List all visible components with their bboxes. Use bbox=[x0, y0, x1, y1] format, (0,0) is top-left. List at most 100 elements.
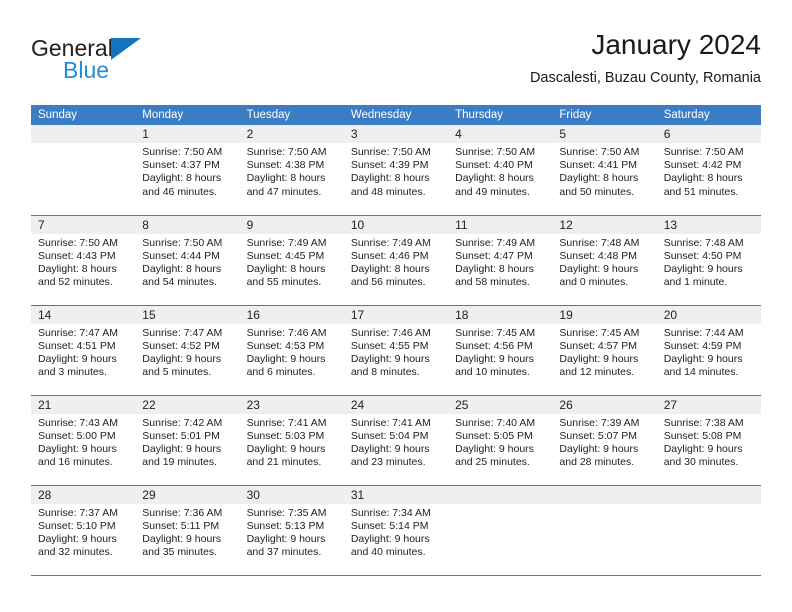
calendar-day-cell[interactable]: 13 Sunrise: 7:48 AM Sunset: 4:50 PM Dayligh… bbox=[656, 215, 761, 306]
day-detail-line: Sunset: 4:41 PM bbox=[559, 159, 638, 172]
calendar-day-cell[interactable]: 20 Sunrise: 7:44 AM Sunset: 4:59 PM Dayligh… bbox=[656, 305, 761, 396]
day-details: Sunrise: 7:45 AM Sunset: 4:56 PM Daylight:… bbox=[448, 324, 552, 380]
calendar-day-cell[interactable]: 31 Sunrise: 7:34 AM Sunset: 5:14 PM Dayligh… bbox=[343, 485, 449, 576]
day-details: Sunrise: 7:50 AM Sunset: 4:37 PM Daylight:… bbox=[135, 143, 239, 199]
day-detail-line: Sunset: 4:37 PM bbox=[142, 159, 220, 172]
day-detail-line: Sunrise: 7:50 AM bbox=[663, 146, 744, 158]
day-details bbox=[448, 504, 552, 507]
calendar-day-cell[interactable]: 2 Sunrise: 7:50 AM Sunset: 4:38 PM Daylight… bbox=[239, 125, 344, 216]
day-detail-line: and 52 minutes. bbox=[38, 276, 113, 289]
day-details: Sunrise: 7:40 AM Sunset: 5:05 PM Daylight:… bbox=[448, 414, 552, 470]
day-detail-line: Sunrise: 7:50 AM bbox=[350, 146, 431, 158]
calendar-week-row: 28 Sunrise: 7:37 AM Sunset: 5:10 PM Dayligh… bbox=[31, 485, 761, 576]
calendar-day-cell[interactable]: 30 Sunrise: 7:35 AM Sunset: 5:13 PM Dayligh… bbox=[239, 485, 344, 576]
day-number bbox=[448, 485, 553, 504]
day-detail-line: and 12 minutes. bbox=[559, 366, 635, 379]
day-details: Sunrise: 7:50 AM Sunset: 4:38 PM Daylight:… bbox=[240, 143, 344, 199]
day-number: 27 bbox=[656, 395, 761, 414]
day-detail-line: Sunrise: 7:38 AM bbox=[663, 416, 744, 429]
calendar-day-cell[interactable]: 16 Sunrise: 7:46 AM Sunset: 4:53 PM Dayligh… bbox=[239, 305, 344, 396]
day-detail-line: Sunrise: 7:47 AM bbox=[142, 326, 223, 339]
day-number: 15 bbox=[135, 305, 240, 324]
calendar-day-cell[interactable]: 3 Sunrise: 7:50 AM Sunset: 4:39 PM Daylight… bbox=[343, 125, 449, 216]
calendar-day-cell[interactable]: 23 Sunrise: 7:41 AM Sunset: 5:03 PM Dayligh… bbox=[239, 395, 344, 486]
day-detail-line: and 19 minutes. bbox=[142, 456, 217, 469]
day-detail-line: Sunrise: 7:50 AM bbox=[455, 146, 536, 158]
calendar-day-cell[interactable]: 25 Sunrise: 7:40 AM Sunset: 5:05 PM Dayligh… bbox=[448, 395, 553, 486]
day-details: Sunrise: 7:48 AM Sunset: 4:50 PM Daylight:… bbox=[657, 234, 761, 290]
calendar-day-cell[interactable]: 11 Sunrise: 7:49 AM Sunset: 4:47 PM Dayligh… bbox=[448, 215, 553, 306]
calendar-day-cell[interactable]: 15 Sunrise: 7:47 AM Sunset: 4:52 PM Dayligh… bbox=[135, 305, 240, 396]
calendar-day-cell[interactable]: 22 Sunrise: 7:42 AM Sunset: 5:01 PM Dayligh… bbox=[135, 395, 240, 486]
day-number: 26 bbox=[552, 395, 657, 414]
day-detail-line: Sunrise: 7:36 AM bbox=[142, 506, 223, 519]
day-detail-line: and 32 minutes. bbox=[38, 546, 113, 559]
calendar-day-cell[interactable]: 12 Sunrise: 7:48 AM Sunset: 4:48 PM Dayligh… bbox=[552, 215, 657, 306]
day-detail-line: and 6 minutes. bbox=[246, 366, 316, 379]
calendar-week-row: 21 Sunrise: 7:43 AM Sunset: 5:00 PM Dayligh… bbox=[31, 395, 761, 486]
calendar-day-cell[interactable]: 1 Sunrise: 7:50 AM Sunset: 4:37 PM Daylight… bbox=[135, 125, 240, 216]
day-detail-line: Sunset: 4:45 PM bbox=[246, 249, 325, 262]
day-detail-line: Daylight: 9 hours bbox=[559, 442, 639, 455]
day-details bbox=[657, 504, 761, 507]
calendar-day-cell[interactable]: 5 Sunrise: 7:50 AM Sunset: 4:41 PM Daylight… bbox=[552, 125, 657, 216]
day-detail-line: Daylight: 9 hours bbox=[38, 532, 117, 545]
calendar-day-cell[interactable]: 10 Sunrise: 7:49 AM Sunset: 4:46 PM Dayligh… bbox=[343, 215, 449, 306]
calendar-day-cell[interactable]: 7 Sunrise: 7:50 AM Sunset: 4:43 PM Daylight… bbox=[31, 215, 136, 306]
day-detail-line: and 30 minutes. bbox=[663, 456, 739, 469]
calendar-day-cell[interactable]: 19 Sunrise: 7:45 AM Sunset: 4:57 PM Dayligh… bbox=[552, 305, 657, 396]
day-detail-line: Sunrise: 7:47 AM bbox=[38, 326, 118, 339]
calendar-day-cell[interactable]: 4 Sunrise: 7:50 AM Sunset: 4:40 PM Daylight… bbox=[448, 125, 553, 216]
day-details: Sunrise: 7:39 AM Sunset: 5:07 PM Daylight:… bbox=[552, 414, 656, 470]
day-detail-line: Daylight: 9 hours bbox=[559, 262, 639, 275]
calendar-day-cell[interactable]: 8 Sunrise: 7:50 AM Sunset: 4:44 PM Daylight… bbox=[135, 215, 240, 306]
calendar-day-cell[interactable]: 6 Sunrise: 7:50 AM Sunset: 4:42 PM Daylight… bbox=[656, 125, 761, 216]
day-detail-line: Sunrise: 7:50 AM bbox=[142, 146, 223, 158]
day-detail-line: and 10 minutes. bbox=[455, 366, 530, 379]
calendar-day-cell[interactable]: 21 Sunrise: 7:43 AM Sunset: 5:00 PM Dayligh… bbox=[31, 395, 136, 486]
calendar-day-cell[interactable]: 14 Sunrise: 7:47 AM Sunset: 4:51 PM Dayligh… bbox=[31, 305, 136, 396]
day-detail-line: Daylight: 8 hours bbox=[350, 172, 430, 185]
day-details: Sunrise: 7:50 AM Sunset: 4:41 PM Daylight:… bbox=[552, 143, 656, 199]
calendar-day-cell[interactable]: 26 Sunrise: 7:39 AM Sunset: 5:07 PM Dayligh… bbox=[552, 395, 657, 486]
day-detail-line: Sunset: 5:10 PM bbox=[38, 519, 116, 532]
calendar-day-cell[interactable]: 29 Sunrise: 7:36 AM Sunset: 5:11 PM Dayligh… bbox=[135, 485, 240, 576]
day-details: Sunrise: 7:38 AM Sunset: 5:08 PM Daylight:… bbox=[657, 414, 761, 470]
day-detail-line: Daylight: 9 hours bbox=[663, 352, 743, 365]
calendar-day-cell[interactable]: 24 Sunrise: 7:41 AM Sunset: 5:04 PM Dayligh… bbox=[343, 395, 449, 486]
day-number: 6 bbox=[656, 125, 761, 143]
page-subtitle: Dascalesti, Buzau County, Romania bbox=[529, 70, 761, 86]
day-details: Sunrise: 7:47 AM Sunset: 4:51 PM Daylight:… bbox=[31, 324, 135, 380]
day-details: Sunrise: 7:41 AM Sunset: 5:04 PM Daylight:… bbox=[344, 414, 448, 470]
title-block: January 2024 Dascalesti, Buzau County, R… bbox=[530, 28, 761, 88]
day-details: Sunrise: 7:46 AM Sunset: 4:55 PM Daylight:… bbox=[344, 324, 448, 380]
day-detail-line: Sunset: 4:39 PM bbox=[350, 159, 429, 172]
day-number: 5 bbox=[552, 125, 657, 143]
calendar-day-cell[interactable]: 28 Sunrise: 7:37 AM Sunset: 5:10 PM Dayligh… bbox=[31, 485, 136, 576]
day-detail-line: Sunrise: 7:40 AM bbox=[455, 416, 536, 429]
day-detail-line: Daylight: 8 hours bbox=[663, 172, 743, 185]
day-detail-line: Sunrise: 7:44 AM bbox=[663, 326, 744, 339]
calendar-day-cell[interactable]: 27 Sunrise: 7:38 AM Sunset: 5:08 PM Dayligh… bbox=[656, 395, 761, 486]
day-detail-line: Sunrise: 7:34 AM bbox=[350, 506, 431, 519]
day-details: Sunrise: 7:49 AM Sunset: 4:46 PM Daylight:… bbox=[344, 234, 448, 290]
day-detail-line: Sunrise: 7:41 AM bbox=[246, 416, 327, 429]
day-detail-line: Sunrise: 7:50 AM bbox=[38, 236, 118, 249]
day-detail-line: Daylight: 8 hours bbox=[38, 262, 117, 275]
day-detail-line: Daylight: 9 hours bbox=[142, 442, 222, 455]
day-detail-line: and 28 minutes. bbox=[559, 456, 635, 469]
weekday-header-friday: Friday bbox=[552, 105, 657, 125]
general-blue-logo: General Blue bbox=[31, 36, 251, 88]
day-detail-line: Sunset: 5:01 PM bbox=[142, 429, 220, 442]
day-detail-line: and 35 minutes. bbox=[142, 546, 217, 559]
day-number: 20 bbox=[656, 305, 761, 324]
day-detail-line: Daylight: 9 hours bbox=[38, 352, 117, 365]
day-detail-line: Sunset: 5:00 PM bbox=[38, 429, 116, 442]
calendar-day-cell[interactable]: 9 Sunrise: 7:49 AM Sunset: 4:45 PM Daylight… bbox=[239, 215, 344, 306]
calendar-day-cell[interactable]: 17 Sunrise: 7:46 AM Sunset: 4:55 PM Dayligh… bbox=[343, 305, 449, 396]
calendar-day-cell[interactable]: 18 Sunrise: 7:45 AM Sunset: 4:56 PM Dayligh… bbox=[448, 305, 553, 396]
day-number: 18 bbox=[448, 305, 553, 324]
day-detail-line: Sunset: 5:04 PM bbox=[350, 429, 429, 442]
day-detail-line: Sunrise: 7:48 AM bbox=[663, 236, 744, 249]
weekday-header-saturday: Saturday bbox=[656, 105, 761, 125]
